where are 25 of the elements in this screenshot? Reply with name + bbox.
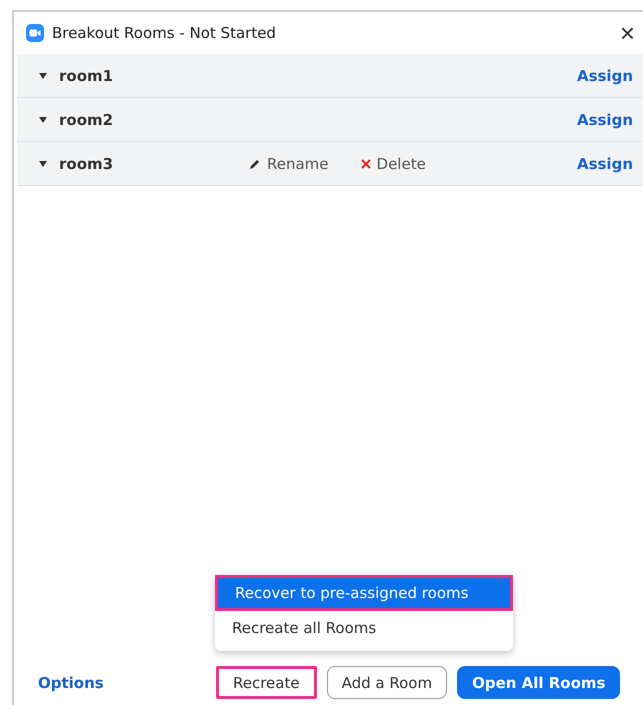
room-row[interactable]: room2 Assign: [17, 98, 643, 142]
assign-link[interactable]: Assign: [576, 66, 633, 84]
room-name: room3: [59, 154, 114, 172]
room-row[interactable]: room3 Rename Delete Assign: [17, 142, 643, 186]
room-name: room2: [59, 110, 114, 128]
assign-link[interactable]: Assign: [576, 110, 633, 128]
caret-icon[interactable]: [39, 160, 47, 166]
footer-button[interactable]: Add a Room: [326, 666, 448, 699]
footer-button[interactable]: Recreate: [216, 666, 317, 699]
caret-icon[interactable]: [39, 116, 47, 122]
room-name: room1: [59, 66, 114, 84]
delete-button[interactable]: Delete: [360, 154, 426, 172]
pencil-icon: [249, 158, 261, 170]
window-title: Breakout Rooms - Not Started: [52, 24, 277, 42]
cross-icon: [360, 158, 371, 168]
assign-link[interactable]: Assign: [576, 154, 633, 172]
room-row[interactable]: room1 Assign: [17, 54, 643, 98]
menu-item[interactable]: Recover to pre-assigned rooms: [215, 575, 513, 611]
menu-item[interactable]: Recreate all Rooms: [215, 611, 513, 645]
close-button[interactable]: ×: [620, 20, 635, 46]
footer-button[interactable]: Open All Rooms: [457, 666, 620, 699]
rename-button[interactable]: Rename: [249, 154, 329, 172]
caret-icon[interactable]: [39, 72, 47, 78]
camera-logo-icon: [26, 24, 44, 42]
options-link[interactable]: Options: [38, 674, 216, 692]
